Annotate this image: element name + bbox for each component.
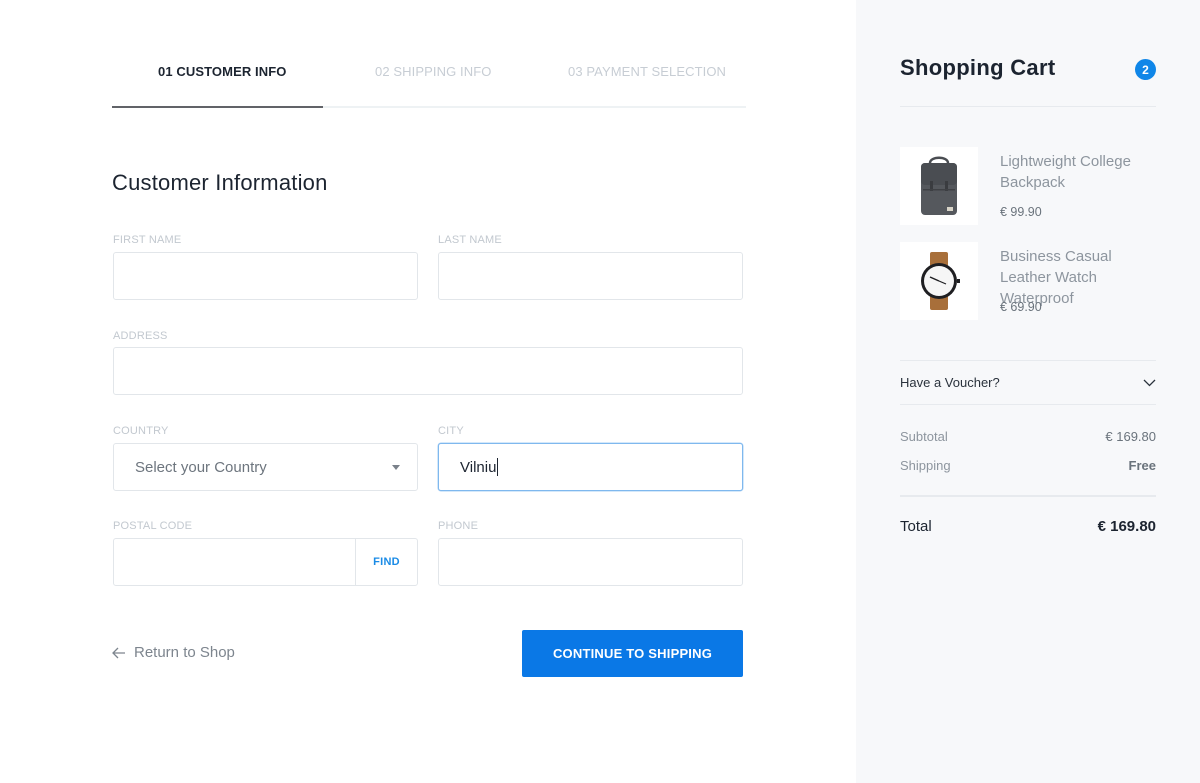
postal-code-field[interactable] — [114, 539, 356, 585]
divider — [900, 404, 1156, 405]
find-postal-code-button[interactable]: FIND — [355, 539, 417, 585]
step-shipping-info[interactable]: 02 SHIPPING INFO — [375, 64, 491, 79]
city-label: CITY — [438, 425, 464, 437]
arrow-left-icon — [112, 647, 125, 658]
product-thumbnail[interactable] — [900, 242, 978, 320]
first-name-field[interactable] — [113, 252, 418, 300]
subtotal-label: Subtotal — [900, 429, 948, 444]
divider — [900, 106, 1156, 107]
last-name-field[interactable] — [438, 252, 743, 300]
first-name-label: FIRST NAME — [113, 234, 182, 246]
country-select-value: Select your Country — [135, 458, 267, 476]
product-thumbnail[interactable] — [900, 147, 978, 225]
cart-item-name[interactable]: Lightweight College Backpack — [1000, 151, 1160, 193]
cart-item: Business Casual Leather Watch Waterproof… — [900, 242, 1156, 322]
step-customer-info[interactable]: 01 CUSTOMER INFO — [158, 64, 287, 79]
text-cursor — [497, 458, 499, 476]
country-label: COUNTRY — [113, 425, 169, 437]
total-row: Total € 169.80 — [900, 518, 1156, 535]
shipping-value: Free — [1128, 458, 1156, 473]
steps-progress-indicator — [112, 106, 323, 108]
watch-icon — [921, 252, 960, 310]
subtotal-row: Subtotal € 169.80 — [900, 429, 1156, 444]
checkout-form-panel: 01 CUSTOMER INFO 02 SHIPPING INFO 03 PAY… — [0, 0, 856, 783]
city-field[interactable]: Vilniu — [438, 443, 743, 491]
checkout-steps: 01 CUSTOMER INFO 02 SHIPPING INFO 03 PAY… — [112, 50, 746, 108]
backpack-icon — [921, 156, 957, 215]
address-field[interactable] — [113, 347, 743, 395]
step-payment-selection[interactable]: 03 PAYMENT SELECTION — [568, 64, 726, 79]
cart-item: Lightweight College Backpack € 99.90 — [900, 147, 1156, 227]
return-to-shop-link[interactable]: Return to Shop — [112, 644, 235, 661]
address-label: ADDRESS — [113, 330, 168, 342]
voucher-label: Have a Voucher? — [900, 375, 1000, 390]
shipping-label: Shipping — [900, 458, 951, 473]
cart-item-price: € 99.90 — [1000, 205, 1042, 219]
city-field-value: Vilniu — [460, 458, 497, 476]
shipping-row: Shipping Free — [900, 458, 1156, 473]
divider — [900, 495, 1156, 497]
subtotal-value: € 169.80 — [1105, 429, 1156, 444]
cart-item-price: € 69.90 — [1000, 300, 1042, 314]
chevron-down-icon — [1143, 379, 1156, 386]
country-select[interactable]: Select your Country — [113, 443, 418, 491]
last-name-label: LAST NAME — [438, 234, 502, 246]
postal-code-label: POSTAL CODE — [113, 520, 193, 532]
postal-code-group: FIND — [113, 538, 418, 586]
phone-label: PHONE — [438, 520, 479, 532]
total-label: Total — [900, 518, 932, 535]
total-value: € 169.80 — [1097, 518, 1156, 535]
page-title: Customer Information — [112, 170, 328, 195]
phone-field[interactable] — [438, 538, 743, 586]
caret-down-icon — [392, 465, 400, 470]
return-to-shop-label: Return to Shop — [134, 644, 235, 661]
voucher-toggle[interactable]: Have a Voucher? — [900, 361, 1156, 404]
cart-title: Shopping Cart — [900, 55, 1056, 80]
cart-count-badge: 2 — [1135, 59, 1156, 80]
continue-to-shipping-button[interactable]: CONTINUE TO SHIPPING — [522, 630, 743, 677]
